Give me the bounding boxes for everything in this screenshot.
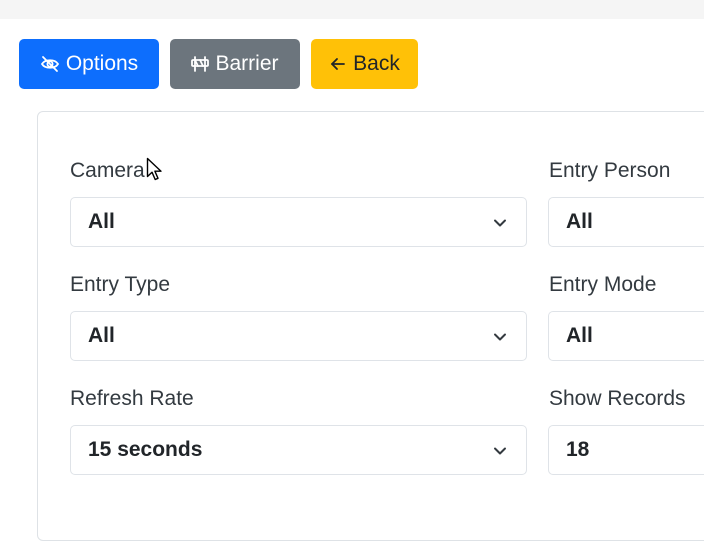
chevron-down-icon [494,219,506,227]
entry-type-select-value: All [88,324,115,347]
refresh-rate-select-value: 15 seconds [88,438,203,461]
camera-label: Camera [70,159,145,182]
chevron-down-icon [494,333,506,341]
barrier-icon [191,55,210,73]
barrier-button-label: Barrier [215,52,279,75]
camera-select[interactable]: All [70,197,527,247]
camera-select-value: All [88,210,115,233]
entry-type-label: Entry Type [70,273,170,296]
options-button[interactable]: Options [19,39,159,89]
entry-person-select-value: All [566,210,593,233]
entry-person-label: Entry Person [549,159,671,182]
back-button-label: Back [353,52,400,75]
entry-mode-select[interactable]: All [548,311,704,361]
chevron-down-icon [494,447,506,455]
entry-type-select[interactable]: All [70,311,527,361]
show-records-label: Show Records [549,387,686,410]
back-button[interactable]: Back [311,39,418,89]
entry-mode-select-value: All [566,324,593,347]
eye-slash-icon [40,54,60,74]
options-button-label: Options [65,52,139,75]
show-records-input-value: 18 [566,438,590,461]
arrow-left-icon [329,55,347,73]
entry-person-select[interactable]: All [548,197,704,247]
top-strip [0,0,704,19]
show-records-input[interactable]: 18 [548,425,704,475]
entry-mode-label: Entry Mode [549,273,657,296]
refresh-rate-select[interactable]: 15 seconds [70,425,527,475]
mouse-cursor-icon [146,157,162,181]
refresh-rate-label: Refresh Rate [70,387,194,410]
barrier-button[interactable]: Barrier [170,39,300,89]
